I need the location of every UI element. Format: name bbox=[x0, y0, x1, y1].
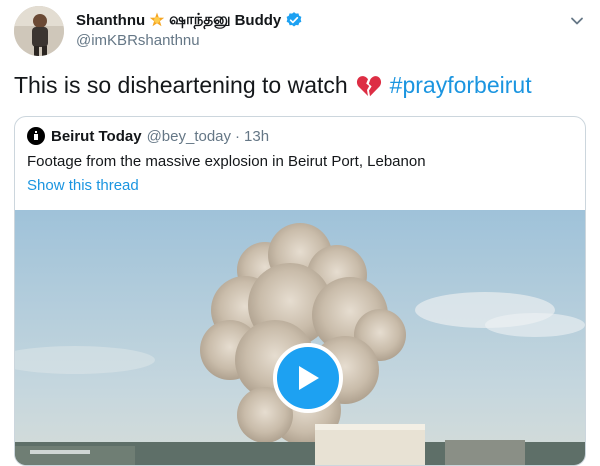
tweet-text: This is so disheartening to watch #prayf… bbox=[14, 72, 532, 99]
play-button[interactable] bbox=[273, 343, 343, 413]
author-display-name[interactable]: Shanthnu bbox=[76, 12, 145, 29]
quoted-author-name[interactable]: Beirut Today bbox=[51, 128, 142, 145]
tweet-card: Shanthnu ஷாந்தனு Buddy @imKBRshanthnu Th… bbox=[0, 0, 600, 466]
author-tamil-name[interactable]: ஷாந்தனு bbox=[169, 10, 230, 30]
quoted-author-handle[interactable]: @bey_today bbox=[147, 128, 231, 145]
star-sun-icon bbox=[149, 12, 165, 28]
tweet-body: This is so disheartening to watch bbox=[14, 72, 348, 98]
quoted-tweet-text: Footage from the massive explosion in Be… bbox=[27, 153, 426, 170]
video-thumbnail[interactable] bbox=[15, 210, 585, 465]
play-icon bbox=[295, 364, 321, 392]
author-handle[interactable]: @imKBRshanthnu bbox=[76, 32, 200, 49]
author-buddy-name[interactable]: Buddy bbox=[235, 12, 282, 29]
quoted-separator: · bbox=[235, 127, 241, 145]
broken-heart-icon bbox=[356, 74, 382, 98]
verified-badge-icon bbox=[285, 11, 303, 29]
author-name-row[interactable]: Shanthnu ஷாந்தனு Buddy bbox=[76, 9, 303, 31]
quoted-timestamp[interactable]: 13h bbox=[244, 128, 269, 145]
show-thread-link[interactable]: Show this thread bbox=[27, 177, 139, 194]
hashtag-link[interactable]: #prayforbeirut bbox=[390, 72, 532, 99]
chevron-down-icon[interactable] bbox=[568, 12, 586, 30]
quoted-tweet-header: Beirut Today @bey_today · 13h bbox=[27, 127, 269, 145]
quoted-tweet[interactable]: Beirut Today @bey_today · 13h Footage fr… bbox=[14, 116, 586, 466]
avatar[interactable] bbox=[14, 6, 64, 56]
quoted-avatar[interactable] bbox=[27, 127, 45, 145]
